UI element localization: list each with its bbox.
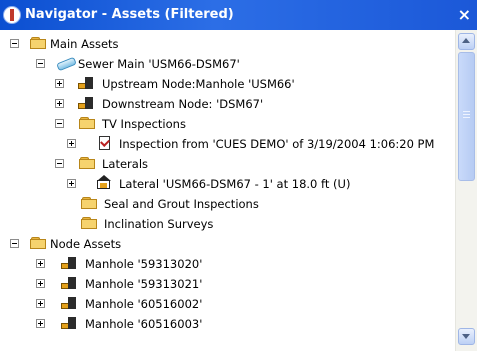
collapse-icon[interactable] [36, 59, 45, 68]
folder-icon [79, 156, 97, 170]
tree-node-label: Manhole '60516003' [85, 317, 203, 331]
sewer-main-icon [56, 56, 77, 72]
collapse-icon[interactable] [55, 119, 64, 128]
chevron-up-icon [462, 38, 470, 43]
expand-icon[interactable] [67, 179, 76, 188]
manhole-icon [77, 96, 95, 110]
manhole-icon [60, 296, 78, 310]
window-title: Navigator - Assets (Filtered) [25, 7, 234, 22]
lateral-icon [95, 175, 113, 190]
collapse-icon[interactable] [10, 39, 19, 48]
collapse-icon[interactable] [55, 159, 64, 168]
tree-node-label: TV Inspections [102, 117, 186, 131]
vertical-scrollbar[interactable] [455, 30, 477, 351]
folder-icon [81, 196, 99, 210]
expand-icon[interactable] [36, 279, 45, 288]
expand-icon[interactable] [36, 319, 45, 328]
expand-icon[interactable] [36, 259, 45, 268]
tree-node-label: Inspection from 'CUES DEMO' of 3/19/2004… [119, 137, 435, 151]
tree-node-label: Laterals [102, 157, 148, 171]
folder-icon [79, 116, 97, 130]
scroll-up-button[interactable] [458, 33, 475, 50]
folder-icon [30, 36, 48, 50]
tree-node-label: Sewer Main 'USM66-DSM67' [78, 57, 240, 71]
tree-node-label: Downstream Node: 'DSM67' [102, 97, 264, 111]
manhole-icon [60, 316, 78, 330]
manhole-icon [77, 76, 95, 90]
folder-icon [30, 236, 48, 250]
expand-icon[interactable] [36, 299, 45, 308]
tree-node-label: Lateral 'USM66-DSM67 - 1' at 18.0 ft (U) [119, 177, 351, 191]
expand-icon[interactable] [55, 99, 64, 108]
scroll-down-button[interactable] [458, 328, 475, 345]
inspection-icon [96, 136, 114, 150]
expand-icon[interactable] [55, 79, 64, 88]
app-icon [3, 6, 21, 24]
tree-node-label: Manhole '59313021' [85, 277, 203, 291]
tree-node-label: Upstream Node:Manhole 'USM66' [102, 77, 295, 91]
scrollbar-thumb[interactable] [458, 52, 475, 181]
tree-node-label: Seal and Grout Inspections [104, 197, 259, 211]
manhole-icon [60, 256, 78, 270]
tree-node-label: Inclination Surveys [104, 217, 214, 231]
tree-node-label: Main Assets [50, 37, 119, 51]
tree-node-label: Manhole '59313020' [85, 257, 203, 271]
tree-node-label: Node Assets [50, 237, 122, 251]
collapse-icon[interactable] [10, 239, 19, 248]
chevron-down-icon [462, 334, 470, 339]
manhole-icon [60, 276, 78, 290]
close-button[interactable]: × [458, 5, 471, 24]
asset-tree: Main Assets Sewer Main 'USM66-DSM67' Ups… [0, 30, 455, 351]
folder-icon [81, 216, 99, 230]
title-bar: Navigator - Assets (Filtered) × [0, 0, 477, 30]
tree-node-label: Manhole '60516002' [85, 297, 203, 311]
expand-icon[interactable] [67, 139, 76, 148]
